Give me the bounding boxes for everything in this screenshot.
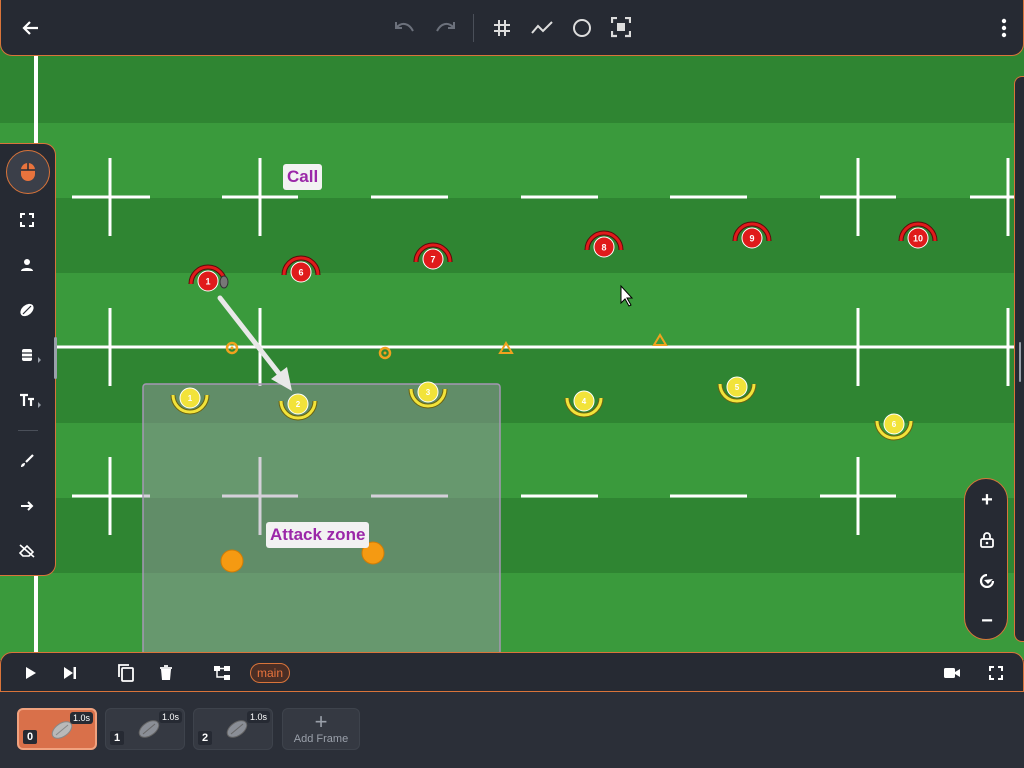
tool-equipment[interactable] [10,338,44,372]
player-number: 9 [749,234,754,244]
circle-button[interactable] [568,14,596,42]
ball-icon [138,720,160,738]
ball-icon [226,720,248,738]
frame-duration: 1.0s [158,711,182,723]
call-label[interactable]: Call [283,164,323,190]
left-toolbar [0,143,57,576]
frame-number: 0 [23,730,37,744]
branch-badge[interactable]: main [250,663,291,683]
toolbar-divider [473,14,474,42]
tool-select-area[interactable] [10,203,44,237]
tool-player[interactable] [10,248,44,282]
frame-duration: 1.0s [69,712,93,724]
skip-next-icon [64,667,76,679]
frame-duration: 1.0s [246,711,270,723]
tool-ball[interactable] [10,293,44,327]
add-frame-button[interactable]: + Add Frame [282,708,360,750]
app: 1 6 7 8 9 10 123456 Call Attack zone + −… [0,0,1024,768]
copy-icon [118,664,134,682]
lock-icon [980,532,994,548]
path-button[interactable] [528,14,556,42]
player-number: 5 [735,383,740,392]
player-number: 6 [892,420,897,429]
select-area-icon [20,213,34,227]
right-panel-handle[interactable] [1014,76,1024,642]
undo-icon [395,22,414,32]
fullscreen-icon [989,666,1003,680]
toolbar-scroll-indicator [54,337,57,379]
player-number: 3 [426,388,431,397]
player-number: 7 [430,255,435,265]
toolbar-divider [18,430,38,431]
frame-number: 2 [198,731,212,745]
pitch-canvas[interactable]: 1 6 7 8 9 10 1 2 3 4 5 6 Call Attack zone [0,0,1024,660]
rugby-ball[interactable] [219,275,229,289]
copy-frame-button[interactable] [112,659,140,687]
tree-icon [214,666,230,680]
reset-view-icon [979,574,995,588]
frames-strip: 0 1.0s 1 1.0s 2 1.0s + Add Frame [0,692,1024,768]
frame-number: 1 [110,731,124,745]
grid-button[interactable] [488,14,516,42]
mouse-icon [21,163,35,181]
redo-icon [436,22,455,32]
equipment-icon [22,349,32,361]
tool-eraser[interactable] [10,534,44,568]
tool-text[interactable] [10,383,44,417]
frame-thumbnail-1[interactable]: 1 1.0s [105,708,185,750]
play-button[interactable] [17,659,45,687]
more-menu-button[interactable] [990,14,1018,42]
player-number: 2 [296,400,301,409]
brush-icon [21,454,34,467]
plus-icon: + [314,709,328,734]
player-number: 10 [913,234,923,244]
attack-zone-label[interactable]: Attack zone [266,522,370,548]
step-forward-button[interactable] [56,659,84,687]
tool-arrow[interactable] [10,489,44,523]
grid-icon [494,20,510,36]
player-number: 8 [601,243,606,253]
trash-icon [160,665,172,680]
zoom-controls: + − [964,478,1008,640]
arrow-tool-icon [21,501,34,511]
back-button[interactable] [17,14,45,42]
path-icon [531,21,553,34]
tool-brush[interactable] [10,444,44,478]
player-icon [21,259,33,271]
circle-icon [573,19,591,37]
ball-icon [20,303,34,317]
frame-thumbnail-0[interactable]: 0 1.0s [17,708,97,750]
delete-frame-button[interactable] [152,659,180,687]
fit-screen-button[interactable] [607,14,635,42]
undo-button[interactable] [391,14,419,42]
camera-button[interactable] [938,659,966,687]
zoom-out-button[interactable]: − [972,606,1002,636]
reset-view-button[interactable] [972,566,1002,596]
eraser-icon [19,544,35,558]
branch-tree-button[interactable] [208,659,236,687]
player-number: 1 [188,394,193,403]
play-icon [26,667,36,679]
fit-screen-icon [611,17,631,38]
more-vertical-icon [1001,18,1007,38]
add-frame-label: Add Frame [293,733,349,745]
frame-thumbnail-2[interactable]: 2 1.0s [193,708,273,750]
lock-view-button[interactable] [972,525,1002,555]
arrow-left-icon [22,21,38,35]
zoom-in-button[interactable]: + [972,485,1002,515]
text-icon [20,393,34,406]
playback-bar: main [0,652,1024,692]
pitch-svg[interactable]: 1 6 7 8 9 10 1 2 3 4 5 6 [0,0,1024,660]
camera-icon [944,668,960,678]
fullscreen-button[interactable] [982,659,1010,687]
orange-marker[interactable] [220,549,244,573]
player-number: 4 [582,397,587,406]
redo-button[interactable] [431,14,459,42]
tool-mouse[interactable] [6,150,50,194]
player-number: 1 [205,277,210,287]
player-number: 6 [298,268,303,278]
top-toolbar [0,0,1024,56]
